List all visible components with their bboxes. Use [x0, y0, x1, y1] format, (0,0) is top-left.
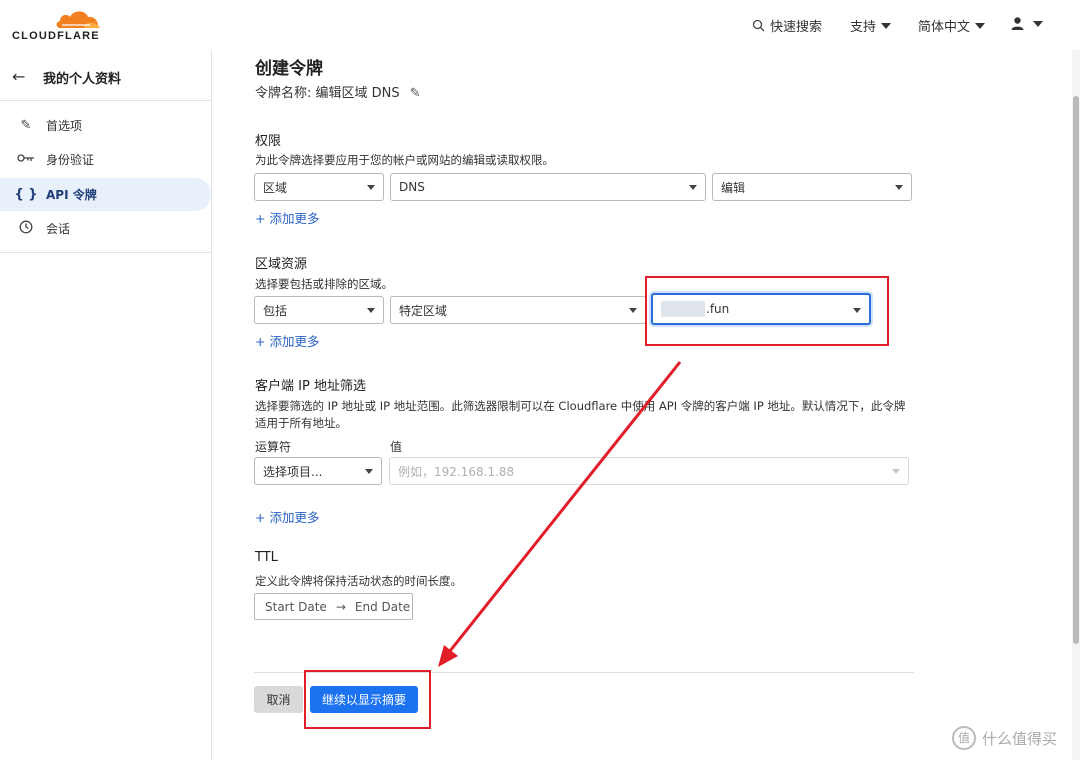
top-header: CLOUDFLARE 快速搜索 支持 简体中文	[0, 0, 1080, 50]
zone-resources-desc: 选择要包括或排除的区域。	[255, 277, 393, 291]
clock-icon	[14, 220, 38, 238]
token-name-text: 令牌名称: 编辑区域 DNS	[255, 86, 400, 101]
permissions-desc: 为此令牌选择要应用于您的帐户或网站的编辑或读取权限。	[255, 153, 554, 167]
select-value: DNS	[399, 180, 425, 194]
token-name: 令牌名称: 编辑区域 DNS ✎	[255, 82, 421, 101]
watermark-badge: 值	[952, 726, 976, 750]
chevron-down-icon	[689, 185, 697, 190]
quick-search-label: 快速搜索	[770, 20, 823, 35]
permission-resource-select[interactable]: DNS	[390, 173, 706, 201]
edit-pencil-icon[interactable]: ✎	[410, 86, 421, 101]
chevron-down-icon	[892, 469, 900, 474]
sidebar-header: ← 我的个人资料	[0, 50, 211, 101]
sidebar-item-preferences[interactable]: ✎ 首选项	[0, 109, 211, 142]
zone-add-more-link[interactable]: + 添加更多	[255, 331, 319, 350]
select-value: 特定区域	[399, 303, 448, 318]
quick-search-button[interactable]: 快速搜索	[752, 16, 822, 35]
arrow-right-icon: →	[335, 599, 346, 614]
caret-down-icon	[975, 22, 986, 29]
ip-filter-add-more-link[interactable]: + 添加更多	[255, 507, 319, 526]
start-date-placeholder: Start Date	[265, 599, 327, 614]
select-value: 区域	[263, 180, 288, 195]
sidebar-divider	[0, 252, 211, 253]
user-icon	[1011, 17, 1024, 30]
select-value: 编辑	[721, 180, 746, 195]
ttl-date-range-picker[interactable]: Start Date → End Date	[254, 593, 413, 620]
permissions-title: 权限	[255, 134, 282, 149]
zone-type-select[interactable]: 特定区域	[390, 296, 646, 324]
annotation-box-domain	[645, 276, 889, 346]
sidebar-item-label: API 令牌	[46, 188, 97, 202]
braces-icon: { }	[14, 187, 38, 202]
sidebar-item-sessions[interactable]: 会话	[0, 212, 211, 245]
permission-level-select[interactable]: 编辑	[712, 173, 912, 201]
language-label: 简体中文	[918, 20, 971, 35]
page-title: 创建令牌	[255, 59, 323, 79]
chevron-down-icon	[367, 185, 375, 190]
annotation-box-continue	[304, 670, 431, 729]
chevron-down-icon	[895, 185, 903, 190]
scrollbar-thumb[interactable]	[1073, 96, 1079, 644]
ttl-desc: 定义此令牌将保持活动状态的时间长度。	[255, 574, 462, 588]
chevron-down-icon	[365, 469, 373, 474]
logo-wordmark: CLOUDFLARE	[12, 30, 100, 42]
ttl-title: TTL	[255, 550, 278, 565]
page-scrollbar[interactable]	[1072, 50, 1080, 760]
operator-label: 运算符	[255, 440, 292, 454]
sidebar-item-label: 身份验证	[46, 153, 95, 167]
back-arrow-icon[interactable]: ←	[12, 67, 25, 86]
sidebar: ← 我的个人资料 ✎ 首选项 身份验证 { } API 令牌 会话	[0, 50, 212, 760]
sidebar-item-label: 首选项	[46, 119, 83, 133]
sidebar-title: 我的个人资料	[43, 72, 122, 87]
key-icon	[14, 152, 38, 167]
cancel-button[interactable]: 取消	[254, 686, 303, 713]
sidebar-item-authentication[interactable]: 身份验证	[0, 143, 211, 176]
watermark-text: 什么值得买	[982, 729, 1058, 748]
caret-down-icon	[881, 22, 892, 29]
caret-down-icon	[1033, 20, 1043, 27]
permission-scope-select[interactable]: 区域	[254, 173, 384, 201]
watermark: 值 什么值得买	[952, 726, 1057, 750]
end-date-placeholder: End Date	[354, 599, 411, 614]
sidebar-item-api-tokens[interactable]: { } API 令牌	[0, 178, 211, 211]
ip-value-select[interactable]: 例如，192.168.1.88	[389, 457, 909, 485]
value-label: 值	[390, 440, 403, 454]
support-label: 支持	[850, 20, 877, 35]
zone-resources-title: 区域资源	[255, 257, 308, 272]
sidebar-item-label: 会话	[46, 222, 71, 236]
zone-include-select[interactable]: 包括	[254, 296, 384, 324]
support-menu[interactable]: 支持	[850, 16, 892, 35]
ip-filter-title: 客户端 IP 地址筛选	[255, 379, 366, 394]
chevron-down-icon	[629, 308, 637, 313]
select-value: 包括	[263, 303, 288, 318]
ip-filter-desc-line2: 适用于所有地址。	[255, 416, 347, 430]
language-menu[interactable]: 简体中文	[918, 16, 986, 35]
search-icon	[752, 19, 765, 32]
select-value: 选择项目...	[263, 464, 323, 479]
ip-filter-desc-line1: 选择要筛选的 IP 地址或 IP 地址范围。此筛选器限制可以在 Cloudfla…	[255, 399, 906, 413]
cloud-icon	[56, 11, 100, 29]
ip-value-placeholder: 例如，192.168.1.88	[398, 464, 515, 479]
chevron-down-icon	[367, 308, 375, 313]
permissions-add-more-link[interactable]: + 添加更多	[255, 208, 319, 227]
cloudflare-logo[interactable]: CLOUDFLARE	[12, 8, 102, 44]
operator-select[interactable]: 选择项目...	[254, 457, 382, 485]
account-menu[interactable]	[1010, 16, 1043, 31]
pencil-icon: ✎	[20, 118, 32, 133]
